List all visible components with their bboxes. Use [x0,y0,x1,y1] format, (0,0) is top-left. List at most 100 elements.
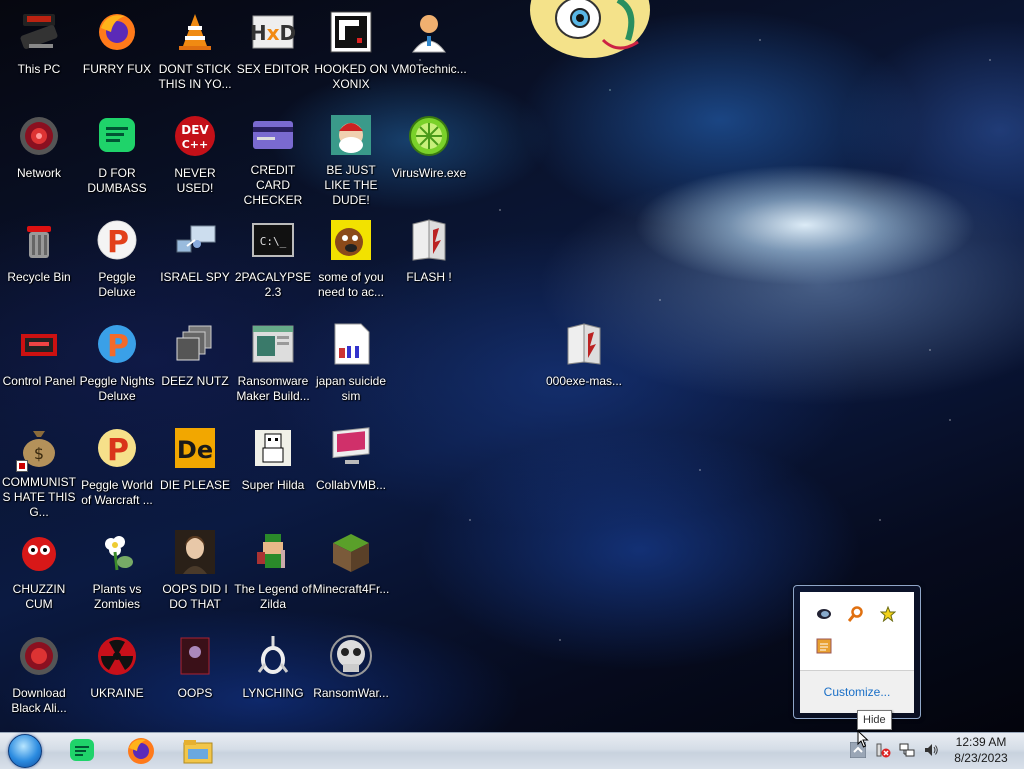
overflow-footer: Customize... [800,670,914,713]
desktop-icon-ukraine[interactable]: UKRAINE [78,624,156,728]
pixel-character-icon [249,424,297,472]
peggle-icon: P [93,216,141,264]
taskbar-clock[interactable]: 12:39 AM 8/23/2023 [946,734,1016,768]
desktop-icon-viruswire[interactable]: VirusWire.exe [390,104,468,208]
desktop-icon-ransomwar[interactable]: RansomWar... [312,624,390,728]
vlc-cone-icon [171,8,219,56]
desktop-icon-super-hilda[interactable]: Super Hilda [234,416,312,520]
limewire-icon [405,112,453,160]
blue-orb-icon[interactable] [816,606,832,622]
icon-label: The Legend of Zilda [234,582,312,611]
desktop-icon-die-please[interactable]: De DIE PLEASE [156,416,234,520]
desktop-icon-chuzzin[interactable]: CHUZZIN CUM [0,520,78,624]
icon-label: SEX EDITOR [236,62,310,76]
desktop-icon-furry-fux[interactable]: FURRY FUX [78,0,156,104]
desktop-icon-lynching[interactable]: LYNCHING [234,624,312,728]
recycle-bin-icon [15,216,63,264]
desktop-icon-be-just-like[interactable]: BE JUST LIKE THE DUDE! [312,104,390,208]
desktop-icon-ransomware-maker[interactable]: Ransomware Maker Build... [234,312,312,416]
desktop-icon-network[interactable]: Network [0,104,78,208]
desktop-icon-deez-nutz[interactable]: DEEZ NUTZ [156,312,234,416]
svg-text:DEV: DEV [181,123,209,137]
desktop-icon-never-used[interactable]: DEV C++ NEVER USED! [156,104,234,208]
monitor-icon [327,424,375,472]
desktop-icon-peggle-wow[interactable]: P Peggle World of Warcraft ... [78,416,156,520]
desktop[interactable]: This PC Network Recycle Bin Control Pane… [0,0,1024,732]
svg-text:C:\_: C:\_ [260,235,287,248]
icon-label: VirusWire.exe [391,166,467,180]
desktop-icon-control-panel[interactable]: Control Panel [0,312,78,416]
icon-label: RansomWar... [313,686,389,700]
desktop-icon-recycle-bin[interactable]: Recycle Bin [0,208,78,312]
star-icon[interactable] [880,606,896,622]
network-tray-icon[interactable] [898,741,916,759]
control-panel-icon [15,320,63,368]
desktop-icon-peggle-nights[interactable]: P Peggle Nights Deluxe [78,312,156,416]
volume-icon[interactable] [922,741,940,759]
icon-label: Super Hilda [241,478,305,492]
icon-label: COMMUNISTS HATE THIS G... [2,475,76,519]
desktop-icon-oops[interactable]: OOPS [156,624,234,728]
icon-label: HOOKED ON XONIX [314,62,388,91]
icon-label: FURRY FUX [82,62,152,76]
desktop-icon-legend-of-zilda[interactable]: The Legend of Zilda [234,520,312,624]
desktop-icon-vm0technic[interactable]: VM0Technic... [390,0,468,104]
desktop-icon-000exe[interactable]: 000exe-mas... [545,312,623,416]
desktop-icon-collabvm[interactable]: CollabVMB... [312,416,390,520]
desktop-icon-japan-suicide[interactable]: japan suicide sim [312,312,390,416]
green-chat-icon [93,112,141,160]
start-button[interactable] [6,733,44,769]
svg-text:P: P [107,225,129,260]
firefox-icon [93,8,141,56]
customize-link[interactable]: Customize... [824,685,891,699]
desktop-icon-sex-editor[interactable]: HxD SEX EDITOR [234,0,312,104]
start-orb-icon [8,734,42,768]
desktop-icon-this-pc[interactable]: This PC [0,0,78,104]
mouse-cursor-icon [857,730,869,748]
icon-label: NEVER USED! [174,166,216,195]
magnifier-icon[interactable] [848,606,864,622]
svg-text:C++: C++ [182,138,209,151]
desktop-icon-plants-vs-zombies[interactable]: Plants vs Zombies [78,520,156,624]
icon-label: 000exe-mas... [545,374,623,388]
desktop-icon-download-black[interactable]: Download Black Ali... [0,624,78,728]
action-center-icon[interactable] [874,741,892,759]
credit-card-icon [249,112,297,157]
desktop-icon-dont-stick[interactable]: DONT STICK THIS IN YO... [156,0,234,104]
icon-label: CollabVMB... [315,478,387,492]
icon-label: Network [16,166,61,180]
peggle-nights-icon: P [93,320,141,368]
desktop-icon-israel-spy[interactable]: ISRAEL SPY [156,208,234,312]
firefox-icon [128,738,154,764]
desktop-icon-2pacalypse[interactable]: C:\_ 2PACALYPSE 2.3 [234,208,312,312]
icon-label: Peggle World of Warcraft ... [81,478,153,507]
taskbar-app-firefox[interactable] [119,735,163,767]
notepad-icon[interactable] [816,638,832,654]
svg-text:HxD: HxD [251,21,295,45]
icon-label: OOPS DID I DO THAT [162,582,228,611]
taskbar-app-green-chat[interactable] [60,735,104,767]
icon-label: CHUZZIN CUM [12,582,66,611]
desktop-icon-peggle-deluxe[interactable]: P Peggle Deluxe [78,208,156,312]
skull-icon [327,632,375,680]
icon-label: FLASH ! [406,270,452,284]
d-for-dumbass-icon [70,739,94,761]
rope-icon [249,632,297,680]
network-icon [15,112,63,160]
icon-label: ISRAEL SPY [160,270,230,284]
icon-label: Peggle Nights Deluxe [79,374,155,403]
svg-text:De: De [177,436,213,464]
desktop-icon-hooked-on-xonix[interactable]: HOOKED ON XONIX [312,0,390,104]
desktop-icon-some-of-you[interactable]: some of you need to ac... [312,208,390,312]
desktop-icon-credit-card[interactable]: CREDIT CARD CHECKER [234,104,312,208]
desktop-icon-communists[interactable]: $ COMMUNISTS HATE THIS G... [0,416,78,520]
desktop-icon-d-for-dumbass[interactable]: D FOR DUMBASS [78,104,156,208]
icon-label: Peggle Deluxe [98,270,136,299]
desktop-icon-flash[interactable]: FLASH ! [390,208,468,312]
icon-label: some of you need to ac... [317,270,385,299]
desktop-icon-minecraft[interactable]: Minecraft4Fr... [312,520,390,624]
icon-label: UKRAINE [90,686,144,700]
santa-character-icon [327,112,375,157]
taskbar-app-file-explorer[interactable] [176,735,220,767]
desktop-icon-oops-did-i[interactable]: OOPS DID I DO THAT [156,520,234,624]
